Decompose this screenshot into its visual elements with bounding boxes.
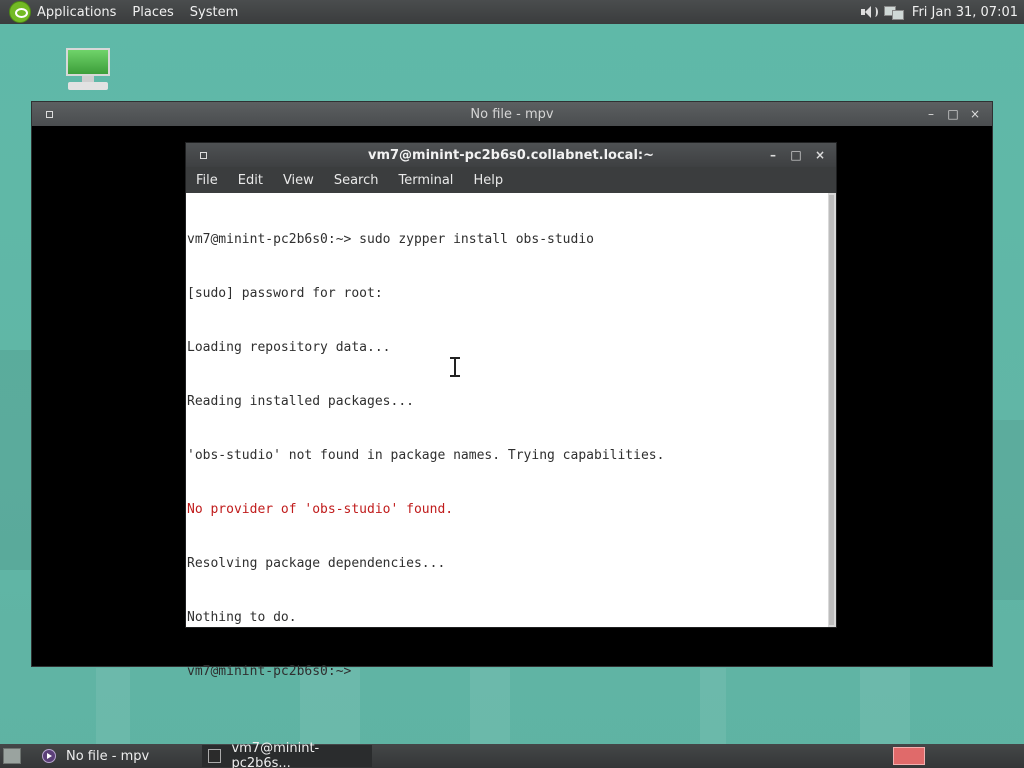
terminal-icon [208,749,222,763]
minimize-icon[interactable]: – [924,107,938,121]
menu-file[interactable]: File [196,173,218,188]
background-decoration [860,668,910,744]
menu-applications[interactable]: Applications [37,5,116,20]
terminal-line: Resolving package dependencies... [187,556,446,571]
clock[interactable]: Fri Jan 31, 07:01 [912,5,1018,20]
terminal-window-title: vm7@minint-pc2b6s0.collabnet.local:~ [367,147,655,163]
volume-icon[interactable] [860,4,878,20]
terminal-scrollbar[interactable] [828,193,836,627]
terminal-titlebar[interactable]: vm7@minint-pc2b6s0.collabnet.local:~ – □… [186,143,836,167]
taskbar-item-mpv[interactable]: No file - mpv [36,745,196,767]
terminal-line: [sudo] password for root: [187,286,383,301]
maximize-icon[interactable]: □ [789,148,803,162]
terminal-error-line: No provider of 'obs-studio' found. [187,502,454,517]
menu-search[interactable]: Search [334,173,379,188]
network-icon[interactable] [883,4,904,20]
taskbar: No file - mpv vm7@minint-pc2b6s... [0,741,1024,768]
mpv-titlebar[interactable]: No file - mpv – □ × [32,102,992,126]
text-cursor-icon [450,357,460,377]
taskbar-item-terminal[interactable]: vm7@minint-pc2b6s... [202,741,372,768]
top-panel: Applications Places System Fri Jan 31, 0… [0,0,1024,24]
workspace-switcher[interactable] [893,747,925,765]
mpv-window-title: No file - mpv [470,106,554,122]
terminal-line: Reading installed packages... [187,394,414,409]
minimize-icon[interactable]: – [766,148,780,162]
terminal-line: Nothing to do. [187,610,297,625]
opensuse-logo-icon[interactable] [9,1,31,23]
close-icon[interactable]: × [968,107,982,121]
taskbar-item-label: No file - mpv [66,748,150,764]
system-tray: Fri Jan 31, 07:01 [860,0,1018,24]
maximize-icon[interactable]: □ [946,107,960,121]
window-menu-icon[interactable] [42,107,56,121]
taskbar-item-label: vm7@minint-pc2b6s... [231,741,320,768]
menu-edit[interactable]: Edit [238,173,263,188]
menu-terminal[interactable]: Terminal [398,173,453,188]
window-menu-icon[interactable] [196,148,210,162]
terminal-line: vm7@minint-pc2b6s0:~> sudo zypper instal… [187,232,594,247]
terminal-menubar: File Edit View Search Terminal Help [186,167,836,193]
menu-places[interactable]: Places [132,5,173,20]
computer-desktop-icon[interactable] [64,46,112,92]
menu-help[interactable]: Help [473,173,503,188]
menu-view[interactable]: View [283,173,314,188]
menu-system[interactable]: System [190,5,238,20]
background-decoration [96,668,130,744]
terminal-prompt-line: vm7@minint-pc2b6s0:~> [187,664,360,679]
terminal-output[interactable]: vm7@minint-pc2b6s0:~> sudo zypper instal… [186,193,828,679]
close-icon[interactable]: × [813,148,827,162]
terminal-line: 'obs-studio' not found in package names.… [187,448,665,463]
terminal-window: vm7@minint-pc2b6s0.collabnet.local:~ – □… [185,142,837,679]
scrollbar-thumb[interactable] [829,195,834,625]
terminal-line: Loading repository data... [187,340,391,355]
show-desktop-icon[interactable] [3,748,21,764]
mpv-icon [42,749,56,763]
